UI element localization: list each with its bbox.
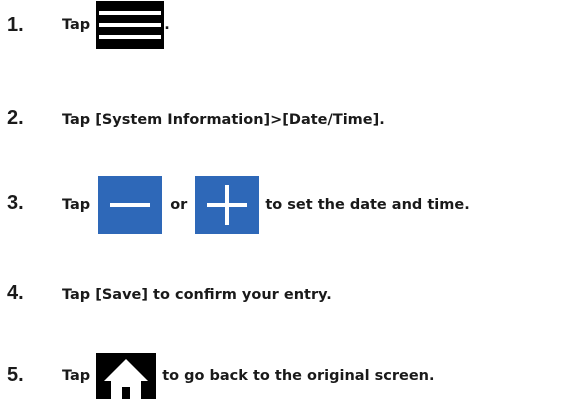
- step-number: 2.: [7, 107, 24, 129]
- step-text: Tap: [62, 197, 91, 213]
- minus-icon: [98, 176, 163, 234]
- step-text: Tap [Save] to confirm your entry.: [62, 287, 332, 303]
- step-text: to go back to the original screen.: [162, 368, 435, 384]
- step-number: 1.: [7, 14, 24, 36]
- step-text: or: [170, 197, 188, 213]
- home-icon: [96, 353, 157, 399]
- step-text: to set the date and time.: [265, 197, 470, 213]
- step-text: Tap: [62, 17, 91, 33]
- step-text: Tap [System Information]>[Date/Time].: [62, 112, 385, 128]
- menu-icon: [96, 1, 165, 49]
- step-number: 5.: [7, 364, 24, 386]
- step-number: 3.: [7, 192, 24, 214]
- step-number: 4.: [7, 282, 24, 304]
- step-text: .: [164, 17, 170, 33]
- step-text: Tap: [62, 368, 91, 384]
- plus-icon: [195, 176, 260, 234]
